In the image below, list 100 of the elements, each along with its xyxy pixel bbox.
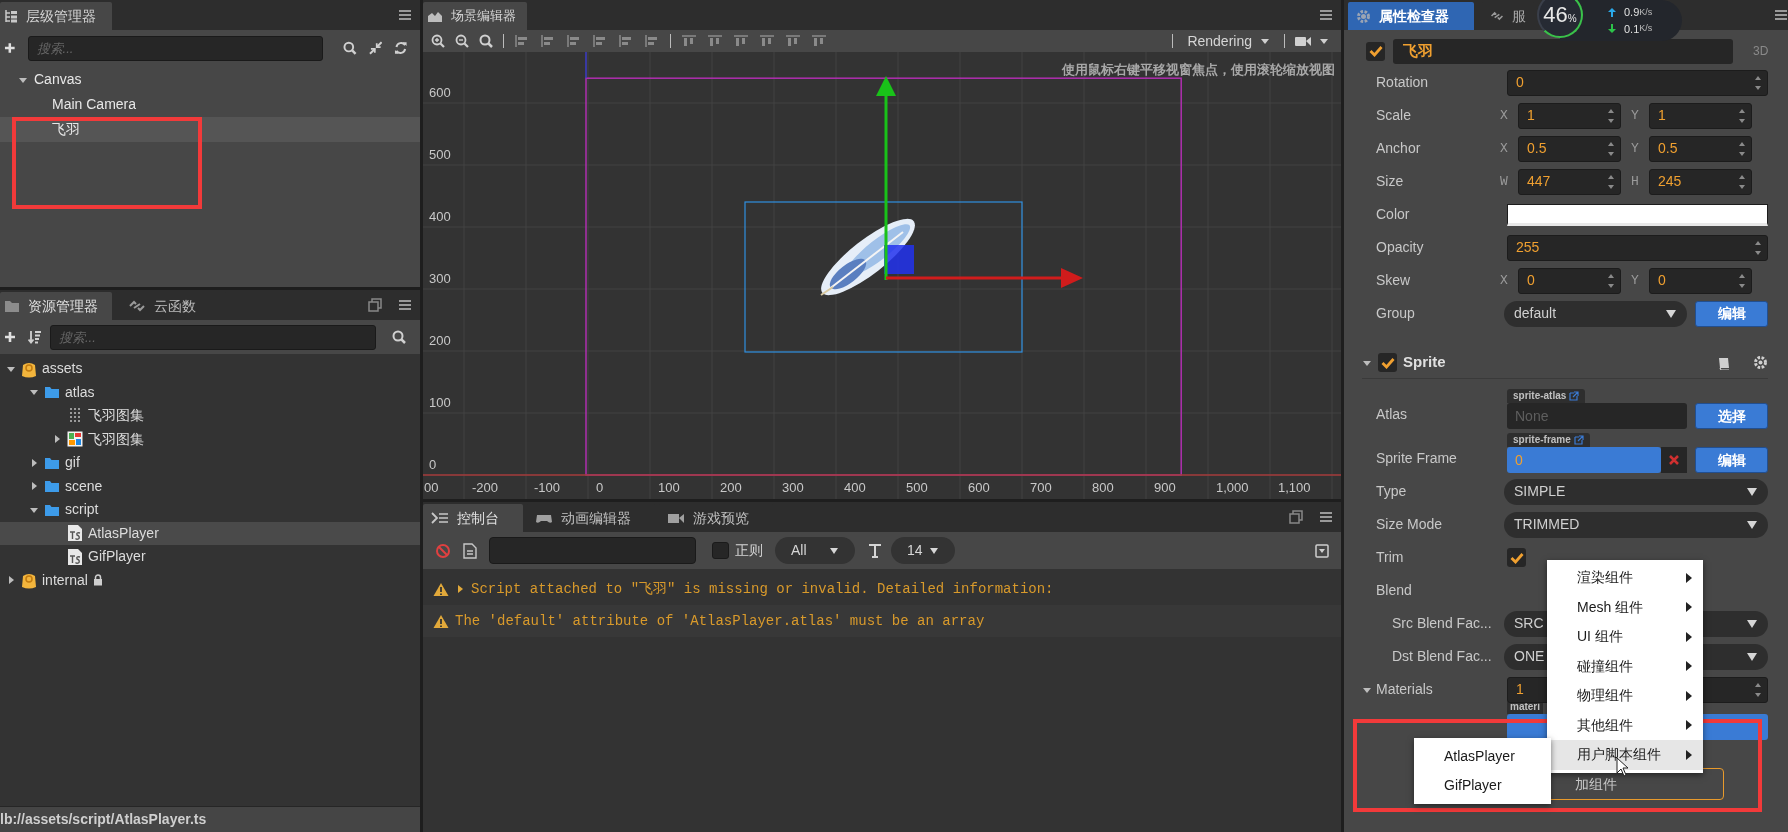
menu-icon[interactable] [1319,8,1333,22]
menu-item[interactable]: 物理组件 [1547,681,1703,711]
align-icon[interactable] [811,34,827,48]
collapse-icon[interactable] [368,41,383,55]
tree-item[interactable]: 飞羽 [0,117,420,142]
dropdown[interactable]: default [1504,300,1688,327]
button[interactable]: 编辑 [1695,447,1769,473]
align-icon[interactable] [566,34,582,48]
button[interactable]: 编辑 [1695,300,1769,327]
number-field[interactable]: 245 [1649,168,1752,195]
tree-item[interactable]: script [0,498,420,522]
search-icon[interactable] [479,34,493,48]
align-icon[interactable] [785,34,801,48]
search-icon[interactable] [392,330,406,344]
menu-item[interactable]: 渲染组件 [1547,563,1703,593]
number-field[interactable]: 0 [1507,69,1769,96]
typescript-file-icon [67,547,83,566]
search-icon[interactable] [343,41,357,55]
dropdown[interactable]: TRIMMED [1504,511,1769,538]
camera-dropdown[interactable] [1295,35,1329,47]
checkbox[interactable] [1378,353,1397,372]
tree-item[interactable]: atlas [0,380,420,404]
menu-item[interactable]: 碰撞组件 [1547,651,1703,681]
clear-icon[interactable] [1661,447,1688,473]
menu-icon[interactable] [398,8,412,22]
align-icon[interactable] [592,34,608,48]
menu-item[interactable]: Mesh 组件 [1547,592,1703,622]
number-field[interactable]: 1 [1649,102,1752,129]
panel-tab[interactable]: 场景编辑器 [423,2,527,30]
collapse-panel-icon[interactable] [1315,543,1329,558]
dropdown[interactable]: All [775,537,855,564]
y-axis-arrow[interactable] [876,76,896,280]
restore-icon[interactable] [368,298,382,312]
panel-tab[interactable]: 控制台 [423,504,523,532]
number-field[interactable]: 0.5 [1649,135,1752,162]
external-link-icon[interactable] [1573,435,1584,445]
number-field[interactable]: 0.5 [1518,135,1621,162]
caret-right-icon[interactable] [6,575,16,586]
button[interactable]: 选择 [1695,403,1769,429]
refresh-icon[interactable] [394,41,408,55]
caret-right-icon[interactable] [52,434,62,445]
menu-icon[interactable] [1774,8,1788,22]
align-icon[interactable] [540,34,556,48]
panel-tab[interactable]: 资源管理器 [0,292,112,320]
sort-icon[interactable] [28,330,42,344]
checkbox[interactable] [1507,548,1526,567]
plus-icon[interactable] [4,42,16,54]
tree-item[interactable]: AtlasPlayer [0,521,420,545]
dropdown[interactable]: 14 [891,537,955,564]
name-field[interactable]: 飞羽 [1393,38,1733,64]
tree-item[interactable]: GifPlayer [0,545,420,569]
number-field[interactable]: 0 [1518,267,1621,294]
align-icon[interactable] [759,34,775,48]
dropdown[interactable]: SIMPLE [1504,478,1769,505]
align-icon[interactable] [733,34,749,48]
plus-icon[interactable] [4,331,16,343]
caret-right-icon[interactable] [455,584,465,594]
document-icon[interactable] [463,542,477,559]
align-icon[interactable] [707,34,723,48]
tree-item[interactable]: Canvas [0,67,420,92]
number-field[interactable]: 0 [1649,267,1752,294]
number-field[interactable]: 1 [1518,102,1621,129]
node-bounds[interactable] [744,201,1023,353]
caret-right-icon[interactable] [29,457,39,468]
menu-item[interactable]: UI 组件 [1547,622,1703,652]
align-icon[interactable] [618,34,634,48]
align-icon[interactable] [644,34,660,48]
caret-right-icon[interactable] [29,481,39,492]
number-field[interactable]: 255 [1507,234,1769,261]
tree-item[interactable]: 飞羽图集 [0,427,420,451]
tree-item[interactable]: Main Camera [0,92,420,117]
tree-item[interactable]: assets [0,357,420,381]
search-field[interactable]: 搜索... [27,35,324,61]
render-mode-dropdown[interactable]: Rendering [1183,30,1274,52]
color-swatch[interactable] [1507,203,1769,226]
tree-item[interactable]: scene [0,474,420,498]
checkbox[interactable] [712,542,729,559]
menu-icon[interactable] [1319,510,1333,524]
menu-icon[interactable] [398,298,412,312]
restore-icon[interactable] [1289,510,1303,524]
checkbox[interactable] [1366,41,1385,61]
panel-tab[interactable]: 层级管理器 [0,2,112,30]
filter-field[interactable] [489,537,696,564]
font-size-icon[interactable] [867,542,883,559]
align-icon[interactable] [681,34,697,48]
number-field[interactable]: 447 [1518,168,1621,195]
percent-sign: % [1567,13,1577,26]
search-field[interactable]: 搜索... [50,324,376,350]
tree-item[interactable]: 飞羽图集 [0,404,420,428]
panel-tab[interactable]: 属性检查器 [1348,2,1474,30]
menu-item[interactable]: 其他组件 [1547,710,1703,740]
anchor-handle[interactable] [884,245,914,274]
zoom-in-icon[interactable] [431,34,445,48]
tree-item[interactable]: internal [0,568,420,592]
gear-icon[interactable] [1753,355,1769,370]
tree-item[interactable]: gif [0,451,420,475]
book-icon[interactable] [1717,355,1732,370]
external-link-icon[interactable] [1569,391,1580,401]
zoom-out-icon[interactable] [455,34,469,48]
align-icon[interactable] [514,34,530,48]
